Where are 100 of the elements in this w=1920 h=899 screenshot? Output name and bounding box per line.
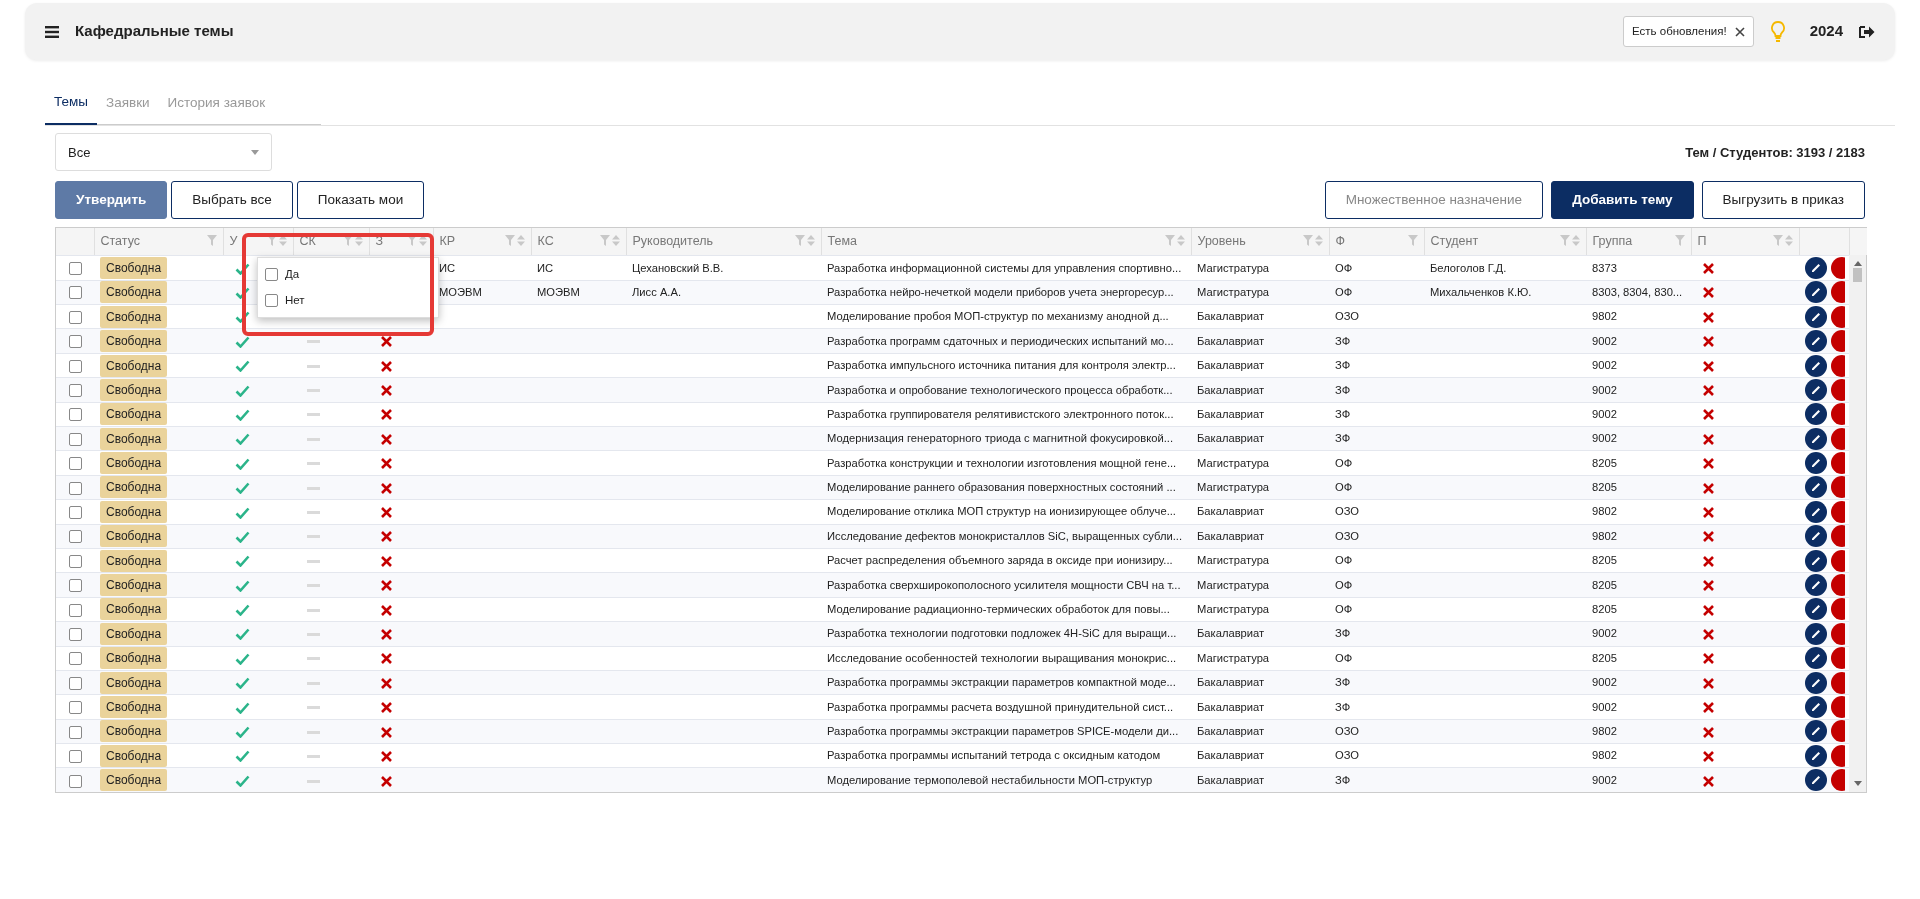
scroll-down-icon[interactable] — [1853, 781, 1862, 787]
edit-button[interactable] — [1805, 354, 1827, 377]
close-icon[interactable] — [1734, 26, 1745, 37]
row-checkbox[interactable] — [68, 432, 82, 446]
row-checkbox[interactable] — [68, 603, 82, 617]
edit-button[interactable] — [1805, 403, 1827, 426]
action-button[interactable]: Утвердить — [55, 181, 168, 220]
row-checkbox[interactable] — [68, 457, 82, 471]
edit-button[interactable] — [1805, 305, 1827, 328]
row-checkbox[interactable] — [68, 506, 82, 519]
edit-button[interactable] — [1805, 647, 1827, 670]
edit-button[interactable] — [1805, 330, 1827, 353]
column-header[interactable]: КС — [537, 234, 554, 249]
edit-button[interactable] — [1805, 281, 1827, 304]
row-checkbox[interactable] — [68, 725, 82, 739]
column-header[interactable]: Уровень — [1197, 234, 1246, 249]
column-header[interactable]: Статус — [100, 234, 140, 249]
table-cell: Бакалавриат — [1197, 505, 1265, 518]
column-header[interactable]: У — [229, 234, 238, 249]
filter-icon[interactable] — [406, 235, 417, 247]
edit-button[interactable] — [1805, 452, 1827, 475]
edit-button[interactable] — [1805, 695, 1827, 718]
pencil-icon — [1810, 676, 1822, 689]
row-checkbox[interactable] — [68, 701, 82, 715]
action-button[interactable]: Выбрать все — [171, 181, 293, 220]
checkbox[interactable] — [265, 293, 278, 307]
menu-icon[interactable] — [45, 25, 59, 38]
edit-button[interactable] — [1805, 378, 1827, 401]
option-label[interactable]: Нет — [285, 291, 305, 309]
row-checkbox[interactable] — [68, 530, 82, 544]
pencil-icon — [1810, 530, 1822, 543]
table-cell: 8205 — [1592, 481, 1617, 494]
status-tag: Свободна — [100, 671, 168, 694]
scroll-thumb[interactable] — [1853, 268, 1862, 283]
row-checkbox[interactable] — [68, 286, 82, 300]
table-cell: Разработка информационной системы для управления спортивно... — [827, 261, 1182, 274]
table-cell: Бакалавриат — [1197, 749, 1265, 762]
table-cell: Магистратура — [1197, 456, 1270, 469]
sort-icon[interactable] — [278, 235, 287, 247]
sort-icon[interactable] — [354, 235, 363, 247]
action-button[interactable]: Показать мои — [296, 181, 425, 220]
sort-icon[interactable] — [418, 235, 427, 247]
tab[interactable]: Заявки — [97, 84, 159, 126]
table-cell: Бакалавриат — [1197, 774, 1265, 786]
row-checkbox[interactable] — [68, 579, 82, 593]
edit-button[interactable] — [1805, 671, 1827, 694]
edit-button[interactable] — [1805, 622, 1827, 645]
tab[interactable]: Темы — [45, 84, 97, 126]
status-tag: Свободна — [100, 720, 168, 743]
tab[interactable]: История заявок — [158, 84, 275, 126]
logout-icon[interactable] — [1859, 24, 1875, 39]
column-header[interactable]: Ф — [1335, 234, 1345, 249]
edit-button[interactable] — [1805, 574, 1827, 596]
row-checkbox[interactable] — [68, 749, 82, 763]
column-header[interactable]: П — [1697, 234, 1707, 249]
edit-button[interactable] — [1805, 720, 1827, 743]
action-button[interactable]: Множественное назначение — [1324, 181, 1544, 220]
table-cell: Михальченков К.Ю. — [1430, 285, 1532, 298]
column-header[interactable]: Студент — [1430, 234, 1479, 249]
row-checkbox[interactable] — [68, 408, 82, 422]
row-checkbox[interactable] — [68, 627, 82, 641]
table-cell: 9002 — [1592, 359, 1617, 372]
filter-select[interactable]: Все — [55, 133, 272, 172]
row-checkbox[interactable] — [68, 359, 82, 373]
edit-button[interactable] — [1805, 476, 1827, 499]
column-header[interactable]: КР — [439, 234, 456, 249]
option-label[interactable]: Да — [285, 266, 300, 284]
edit-button[interactable] — [1805, 744, 1827, 767]
column-header[interactable]: Тема — [827, 234, 857, 249]
table-cell: Разработка программы экстракции параметров SPICE-модели ди... — [827, 724, 1179, 737]
table-cell: ЗФ — [1335, 383, 1351, 396]
edit-button[interactable] — [1805, 549, 1827, 572]
row-checkbox[interactable] — [68, 774, 82, 788]
filter-icon[interactable] — [266, 235, 277, 247]
row-checkbox[interactable] — [68, 652, 82, 666]
row-checkbox[interactable] — [68, 481, 82, 495]
table-cell: 9002 — [1592, 432, 1617, 445]
edit-button[interactable] — [1805, 256, 1827, 279]
scrollbar[interactable] — [1849, 255, 1866, 793]
edit-button[interactable] — [1805, 525, 1827, 548]
checkbox[interactable] — [265, 268, 278, 282]
row-checkbox[interactable] — [68, 310, 82, 324]
pencil-icon — [1810, 505, 1822, 518]
row-checkbox[interactable] — [68, 262, 82, 276]
table-cell: Модернизация генераторного триода с магнитной фокусировкой... — [827, 432, 1174, 445]
edit-button[interactable] — [1805, 769, 1827, 792]
edit-button[interactable] — [1805, 598, 1827, 621]
action-button[interactable]: Выгрузить в приказ — [1701, 181, 1865, 220]
table-cell: ОЗО — [1335, 724, 1360, 737]
action-button[interactable]: Добавить тему — [1551, 181, 1694, 220]
row-checkbox[interactable] — [68, 554, 82, 568]
pencil-icon — [1810, 554, 1822, 567]
row-checkbox[interactable] — [68, 676, 82, 690]
edit-button[interactable] — [1805, 500, 1827, 523]
table-cell: ЗФ — [1335, 627, 1351, 640]
table-cell: Разработка программ сдаточных и периодических испытаний мо... — [827, 334, 1174, 347]
row-checkbox[interactable] — [68, 384, 82, 398]
filter-icon[interactable] — [342, 235, 353, 247]
row-checkbox[interactable] — [68, 335, 82, 349]
edit-button[interactable] — [1805, 427, 1827, 450]
